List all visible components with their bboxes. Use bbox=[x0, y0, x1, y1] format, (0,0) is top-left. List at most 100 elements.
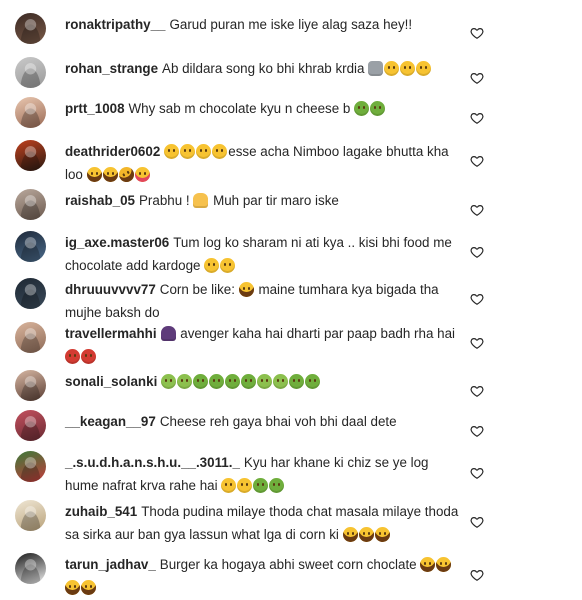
like-heart-icon[interactable] bbox=[470, 245, 486, 261]
woozy-emoji-icon bbox=[204, 258, 220, 273]
like-heart-icon[interactable] bbox=[470, 384, 486, 400]
nauseated-emoji-icon bbox=[370, 101, 386, 116]
facepalm-emoji-icon bbox=[160, 326, 176, 341]
neutral-emoji-icon bbox=[212, 144, 228, 159]
joy-emoji-icon bbox=[65, 580, 80, 595]
comment-text: Why sab m chocolate kyu n cheese b bbox=[128, 101, 351, 116]
neutral-emoji-icon bbox=[221, 478, 237, 493]
comment-username[interactable]: travellermahhi bbox=[65, 326, 157, 341]
avatar[interactable] bbox=[15, 13, 46, 44]
nauseated-emoji-icon bbox=[193, 374, 209, 389]
joy-emoji-icon bbox=[358, 527, 374, 542]
like-heart-icon[interactable] bbox=[470, 26, 486, 42]
neutral-emoji-icon bbox=[196, 144, 212, 159]
like-heart-icon[interactable] bbox=[470, 336, 486, 352]
nauseated-emoji-icon bbox=[269, 478, 285, 493]
comment-username[interactable]: raishab_05 bbox=[65, 193, 135, 208]
neutral-emoji-icon bbox=[164, 144, 180, 159]
comment-username[interactable]: ronaktripathy__ bbox=[65, 17, 165, 32]
comment-username[interactable]: sonali_solanki bbox=[65, 374, 157, 389]
like-heart-icon[interactable] bbox=[470, 515, 486, 531]
like-heart-icon[interactable] bbox=[470, 71, 486, 87]
sick-emoji-icon bbox=[161, 374, 177, 389]
nauseated-emoji-icon bbox=[289, 374, 305, 389]
neutral-emoji-icon bbox=[416, 61, 432, 76]
comment-body: __keagan__97 Cheese reh gaya bhai voh bhi… bbox=[65, 410, 465, 433]
comment-body: raishab_05 Prabhu ! Muh par tir maro iske bbox=[65, 189, 465, 212]
avatar[interactable] bbox=[15, 189, 46, 220]
comment-username[interactable]: ig_axe.master06 bbox=[65, 235, 169, 250]
like-heart-icon[interactable] bbox=[470, 466, 486, 482]
comment-text: Prabhu ! bbox=[138, 193, 190, 208]
nauseated-emoji-icon bbox=[209, 374, 225, 389]
joy-emoji-icon bbox=[238, 282, 254, 297]
neutral-emoji-icon bbox=[237, 478, 253, 493]
comment-text: Corn be like: bbox=[159, 282, 235, 297]
comment-username[interactable]: _.s.u.d.h.a.n.s.h.u.__.3011._ bbox=[65, 455, 240, 470]
comment-body: rohan_strange Ab dildara song ko bhi khra… bbox=[65, 57, 465, 80]
like-heart-icon[interactable] bbox=[470, 568, 486, 584]
angry-emoji-icon bbox=[65, 349, 80, 364]
nauseated-emoji-icon bbox=[253, 478, 269, 493]
comment-body: _.s.u.d.h.a.n.s.h.u.__.3011._ Kyu har kha… bbox=[65, 451, 465, 497]
avatar[interactable] bbox=[15, 370, 46, 401]
rofl-emoji-icon bbox=[115, 164, 137, 185]
joy-emoji-icon bbox=[81, 580, 96, 595]
pray-emoji-icon bbox=[193, 193, 209, 208]
comment-body: dhruuuvvvv77 Corn be like: maine tumhara … bbox=[65, 278, 465, 324]
like-heart-icon[interactable] bbox=[470, 292, 486, 308]
avatar[interactable] bbox=[15, 97, 46, 128]
comment-text: Garud puran me iske liye alag saza hey!! bbox=[169, 17, 413, 32]
moai-emoji-icon bbox=[368, 61, 384, 76]
sick-emoji-icon bbox=[273, 374, 289, 389]
like-heart-icon[interactable] bbox=[470, 203, 486, 219]
sick-emoji-icon bbox=[257, 374, 273, 389]
comment-text: Ab dildara song ko bhi khrab krdia bbox=[162, 61, 365, 76]
avatar[interactable] bbox=[15, 410, 46, 441]
joy-emoji-icon bbox=[436, 557, 452, 572]
joy-emoji-icon bbox=[102, 167, 118, 182]
comment-username[interactable]: prtt_1008 bbox=[65, 101, 125, 116]
avatar[interactable] bbox=[15, 231, 46, 262]
nauseated-emoji-icon bbox=[241, 374, 257, 389]
comment-username[interactable]: __keagan__97 bbox=[65, 414, 156, 429]
comment-body: travellermahhi avenger kaha hai dharti p… bbox=[65, 322, 465, 368]
like-heart-icon[interactable] bbox=[470, 424, 486, 440]
yum-emoji-icon bbox=[134, 167, 150, 182]
woozy-emoji-icon bbox=[220, 258, 236, 273]
comment-text-continued: avenger kaha hai dharti par paap badh rh… bbox=[180, 326, 455, 341]
joy-emoji-icon bbox=[374, 527, 390, 542]
joy-emoji-icon bbox=[420, 557, 436, 572]
comment-list: ronaktripathy__ Garud puran me iske liye … bbox=[0, 0, 582, 600]
comment-body: sonali_solanki bbox=[65, 370, 465, 393]
comment-body: ig_axe.master06 Tum log ko sharam ni ati … bbox=[65, 231, 465, 277]
comment-body: zuhaib_541 Thoda pudina milaye thoda chat… bbox=[65, 500, 465, 546]
comment-text: Burger ka hogaya abhi sweet corn choclat… bbox=[159, 557, 417, 572]
comment-body: ronaktripathy__ Garud puran me iske liye … bbox=[65, 13, 465, 36]
nauseated-emoji-icon bbox=[305, 374, 321, 389]
comment-username[interactable]: rohan_strange bbox=[65, 61, 158, 76]
avatar[interactable] bbox=[15, 140, 46, 171]
avatar[interactable] bbox=[15, 451, 46, 482]
avatar[interactable] bbox=[15, 322, 46, 353]
nauseated-emoji-icon bbox=[354, 101, 370, 116]
comment-text: Cheese reh gaya bhai voh bhi daal dete bbox=[159, 414, 397, 429]
comment-body: tarun_jadhav_ Burger ka hogaya abhi sweet… bbox=[65, 553, 465, 599]
sick-emoji-icon bbox=[177, 374, 193, 389]
comment-username[interactable]: deathrider0602 bbox=[65, 144, 160, 159]
avatar[interactable] bbox=[15, 500, 46, 531]
like-heart-icon[interactable] bbox=[470, 154, 486, 170]
avatar[interactable] bbox=[15, 553, 46, 584]
nauseated-emoji-icon bbox=[225, 374, 241, 389]
avatar[interactable] bbox=[15, 57, 46, 88]
joy-emoji-icon bbox=[86, 167, 102, 182]
angry-emoji-icon bbox=[81, 349, 96, 364]
comment-username[interactable]: dhruuuvvvv77 bbox=[65, 282, 156, 297]
comment-username[interactable]: tarun_jadhav_ bbox=[65, 557, 156, 572]
comment-username[interactable]: zuhaib_541 bbox=[65, 504, 137, 519]
like-heart-icon[interactable] bbox=[470, 111, 486, 127]
joy-emoji-icon bbox=[342, 527, 358, 542]
neutral-emoji-icon bbox=[400, 61, 416, 76]
neutral-emoji-icon bbox=[384, 61, 400, 76]
avatar[interactable] bbox=[15, 278, 46, 309]
